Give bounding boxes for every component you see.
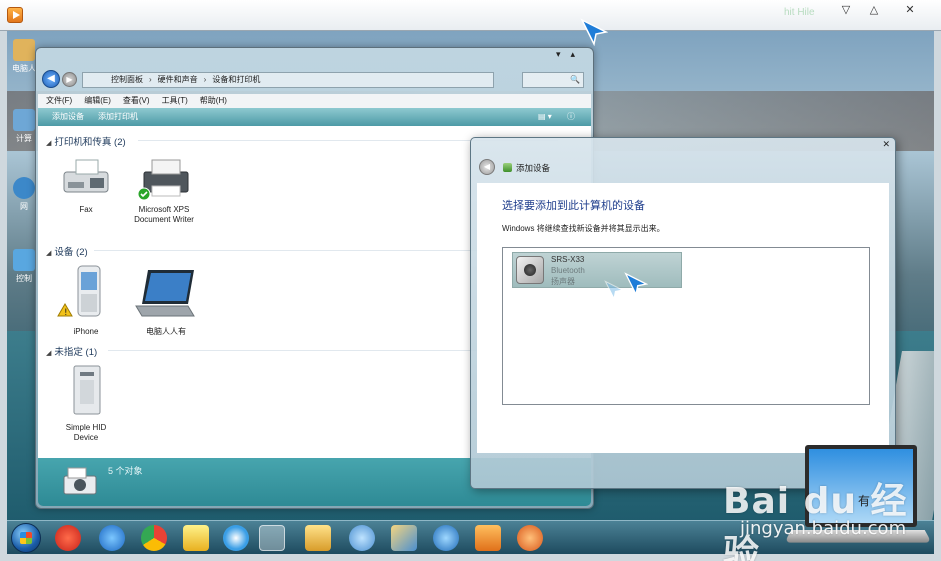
collapse-triangle-icon: ◢ — [46, 350, 52, 357]
device-fax[interactable]: Fax — [52, 158, 120, 215]
menu-view[interactable]: 查看(V) — [123, 96, 150, 105]
forward-button[interactable]: ▶ — [62, 72, 77, 87]
player-app-icon[interactable] — [7, 7, 23, 23]
desktop-icon-computer[interactable]: 计算 — [11, 109, 37, 144]
dialog-close-button[interactable]: ✕ — [882, 139, 890, 150]
cursor-trail-icon — [604, 280, 624, 300]
printer-icon — [137, 159, 189, 201]
messenger-icon[interactable] — [223, 525, 249, 551]
camera-printer-icon — [63, 467, 97, 495]
hid-device-icon — [73, 365, 101, 415]
fax-icon — [63, 159, 109, 193]
add-device-dialog: ✕ ◀ 添加设备 选择要添加到此计算机的设备 Windows 将继续查找新设备并… — [470, 137, 896, 489]
dialog-heading: 选择要添加到此计算机的设备 — [502, 200, 645, 212]
group-unspecified-header[interactable]: ◢ 未指定 (1) — [46, 344, 97, 358]
recycle-icon[interactable] — [349, 525, 375, 551]
sticky-notes-icon[interactable] — [183, 525, 209, 551]
desktop-icon-control-panel[interactable]: 控制 — [11, 249, 37, 284]
group-devices-header[interactable]: ◢ 设备 (2) — [46, 244, 88, 258]
player-minimize-button[interactable]: ▽ — [838, 3, 854, 17]
add-device-icon — [503, 163, 512, 172]
player-title-bar: hit Hile ▽ △ ✕ — [0, 0, 941, 31]
folder-icon — [13, 39, 35, 61]
device-microsoft-xps[interactable]: Microsoft XPS Document Writer — [124, 158, 204, 225]
device-item-name: SRS-X33 — [551, 255, 585, 264]
search-input[interactable]: 🔍 — [522, 72, 584, 88]
device-simple-hid[interactable]: Simple HID Device — [52, 362, 120, 443]
status-object-count: 5 个对象 — [108, 466, 143, 476]
breadcrumb-devices-printers[interactable]: 设备和打印机 — [212, 75, 260, 84]
laptop-icon — [135, 270, 195, 317]
back-button[interactable]: ◀ — [42, 70, 60, 88]
start-button[interactable] — [11, 523, 41, 553]
collapse-triangle-icon: ◢ — [46, 140, 52, 147]
address-bar: ◀ ▶ 控制面板 › 硬件和声音 › 设备和打印机 🔍 — [42, 70, 587, 92]
view-options-icon[interactable]: ▤ ▾ — [538, 108, 552, 126]
device-item-kind: 扬声器 — [551, 277, 575, 286]
desktop-icon-computer-user[interactable]: 电脑人 — [11, 39, 37, 74]
group-printers-header[interactable]: ◢ 打印机和传真 (2) — [46, 134, 126, 148]
firefox-icon[interactable] — [517, 525, 543, 551]
mouse-cursor-icon — [580, 18, 608, 46]
device-item-type: Bluetooth — [551, 266, 585, 275]
explorer-window-controls: ▾▴ — [555, 49, 585, 59]
device-item-srs-x33[interactable]: SRS-X33 Bluetooth 扬声器 — [512, 252, 682, 288]
baidu-url-watermark: jingyan.baidu.com — [740, 518, 907, 539]
menu-bar: 文件(F) 编辑(E) 查看(V) 工具(T) 帮助(H) — [38, 94, 591, 108]
player-watermark: hit Hile — [784, 7, 815, 18]
watermark-extra-text: 有 — [858, 494, 871, 508]
device-laptop-pc[interactable]: 电脑人人有 — [130, 266, 202, 337]
collapse-triangle-icon: ◢ — [46, 250, 52, 257]
breadcrumb-separator-icon: › — [149, 75, 152, 84]
svg-text:!: ! — [64, 308, 68, 318]
internet-explorer-icon[interactable] — [99, 525, 125, 551]
menu-tools[interactable]: 工具(T) — [162, 96, 188, 105]
add-printer-button[interactable]: 添加打印机 — [98, 112, 138, 121]
globe-icon — [13, 177, 35, 199]
device-list[interactable]: SRS-X33 Bluetooth 扬声器 — [502, 247, 870, 405]
breadcrumb-control-panel[interactable]: 控制面板 — [111, 75, 143, 84]
baidu-logo-watermark: Bai du 经验 — [723, 481, 908, 561]
devices-printers-taskbar-button[interactable] — [259, 525, 285, 551]
phone-icon: ! — [57, 265, 101, 318]
chrome-icon[interactable] — [141, 525, 167, 551]
dialog-body: 选择要添加到此计算机的设备 Windows 将继续查找新设备并将其显示出来。 S… — [477, 183, 889, 453]
device-iphone[interactable]: ! iPhone — [52, 264, 120, 337]
breadcrumb[interactable]: 控制面板 › 硬件和声音 › 设备和打印机 — [82, 72, 494, 88]
menu-edit[interactable]: 编辑(E) — [84, 96, 111, 105]
mouse-cursor-icon — [624, 272, 648, 296]
speaker-icon — [516, 256, 544, 284]
menu-file[interactable]: 文件(F) — [46, 96, 72, 105]
player-close-button[interactable]: ✕ — [902, 3, 918, 17]
help-icon[interactable]: ⓘ — [567, 108, 575, 126]
player-restore-button[interactable]: △ — [866, 3, 882, 17]
media-player-icon[interactable] — [433, 525, 459, 551]
desktop-icon-network[interactable]: 网 — [11, 177, 37, 212]
breadcrumb-separator-icon: › — [203, 75, 207, 84]
control-panel-icon — [13, 249, 35, 271]
computer-icon — [13, 109, 35, 131]
taskbar-app-jiang-icon[interactable] — [55, 525, 81, 551]
dialog-title: 添加设备 — [503, 162, 550, 174]
video-player-icon[interactable] — [475, 525, 501, 551]
command-bar: 添加设备 添加打印机 ▤ ▾ ⓘ — [38, 108, 591, 126]
file-explorer-icon[interactable] — [305, 525, 331, 551]
dialog-subtitle: Windows 将继续查找新设备并将其显示出来。 — [502, 224, 665, 233]
menu-help[interactable]: 帮助(H) — [200, 96, 227, 105]
breadcrumb-hardware-sound[interactable]: 硬件和声音 — [158, 75, 198, 84]
dialog-back-button[interactable]: ◀ — [479, 159, 495, 175]
add-device-button[interactable]: 添加设备 — [52, 112, 84, 121]
paint-icon[interactable] — [391, 525, 417, 551]
